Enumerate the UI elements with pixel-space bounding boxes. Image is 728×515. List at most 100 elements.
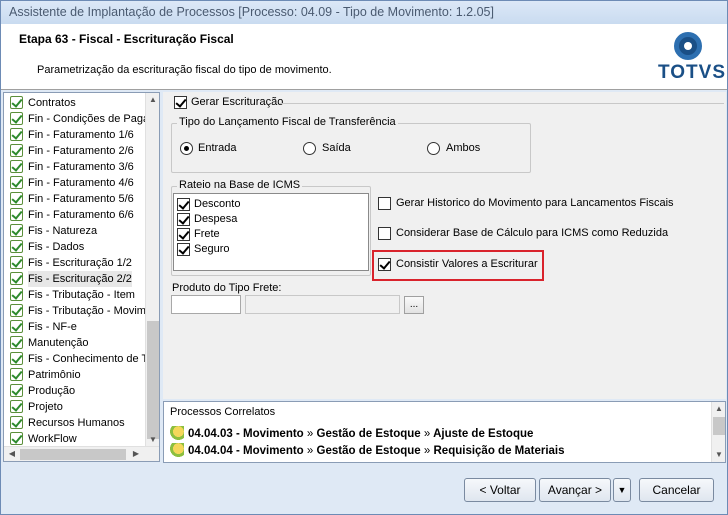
- scroll-up-icon[interactable]: ▲: [146, 93, 159, 107]
- rateio-desconto-checkbox[interactable]: [177, 198, 190, 211]
- tree-scroll-thumb[interactable]: [147, 321, 159, 439]
- tree-item-label: Manutenção: [28, 337, 89, 349]
- tree-item-label: Fis - Dados: [28, 241, 85, 253]
- tree-item[interactable]: Fis - Escrituração 2/2: [8, 271, 158, 287]
- step-title: Etapa 63 - Fiscal - Escrituração Fiscal: [19, 32, 234, 46]
- tree-item-label: Fin - Faturamento 6/6: [28, 209, 134, 221]
- tree-item-label: Fin - Faturamento 4/6: [28, 177, 134, 189]
- tree-item[interactable]: Fis - Tributação - Movimento: [8, 303, 158, 319]
- tree-item[interactable]: Produção: [8, 383, 158, 399]
- tree-item-label: Fin - Condições de Pagamento: [28, 113, 158, 125]
- tree-item-label: Contratos: [28, 97, 76, 109]
- completed-check-icon: [10, 384, 23, 397]
- tree-item[interactable]: Projeto: [8, 399, 158, 415]
- related-header: Processos Correlatos: [170, 406, 276, 418]
- scroll-right-icon[interactable]: ▶: [129, 447, 143, 461]
- steps-tree[interactable]: Contratos Fin - Condições de Pagamento Fin…: [3, 92, 160, 462]
- tree-item-label: Produção: [28, 385, 76, 397]
- considerar-base-checkbox[interactable]: [378, 227, 391, 240]
- process-icon: [170, 443, 184, 457]
- rateio-despesa-checkbox[interactable]: [177, 213, 190, 226]
- tree-item[interactable]: Fin - Faturamento 4/6: [8, 175, 158, 191]
- completed-check-icon: [10, 432, 23, 445]
- back-button[interactable]: < Voltar: [464, 478, 536, 502]
- cancel-button[interactable]: Cancelar: [639, 478, 714, 502]
- tree-item[interactable]: Fin - Faturamento 6/6: [8, 207, 158, 223]
- totvs-logo-icon: [674, 32, 702, 60]
- rateio-seguro-label: Seguro: [194, 243, 230, 255]
- tree-horizontal-scrollbar[interactable]: ◀ ▶: [4, 446, 159, 461]
- tree-item[interactable]: Fin - Faturamento 1/6: [8, 127, 158, 143]
- tree-item[interactable]: Manutenção: [8, 335, 158, 351]
- produto-frete-code-field[interactable]: [171, 295, 241, 314]
- tree-item[interactable]: Fis - Conhecimento de Transporte: [8, 351, 158, 367]
- path-separator: »: [306, 445, 314, 457]
- rateio-frete-checkbox[interactable]: [177, 228, 190, 241]
- radio-saida-label: Saída: [322, 142, 351, 154]
- tree-item[interactable]: Fis - NF-e: [8, 319, 158, 335]
- rateio-despesa-label: Despesa: [194, 213, 238, 225]
- consistir-valores-checkbox[interactable]: [378, 258, 391, 271]
- tree-vertical-scrollbar[interactable]: ▲ ▼: [145, 93, 159, 447]
- next-menu-button[interactable]: ▼: [613, 478, 631, 502]
- tree-item-label: Patrimônio: [28, 369, 81, 381]
- step-description: Parametrização da escrituração fiscal do…: [37, 64, 332, 76]
- tree-item[interactable]: Fin - Faturamento 2/6: [8, 143, 158, 159]
- completed-check-icon: [10, 192, 23, 205]
- completed-check-icon: [10, 416, 23, 429]
- related-code: 04.04.04: [188, 445, 233, 457]
- radio-saida[interactable]: [303, 142, 316, 155]
- related-path2: Gestão de Estoque: [316, 445, 421, 457]
- radio-entrada[interactable]: [180, 142, 193, 155]
- rateio-label: Rateio na Base de ICMS: [177, 179, 303, 191]
- tree-item[interactable]: Fis - Dados: [8, 239, 158, 255]
- scroll-left-icon[interactable]: ◀: [5, 447, 19, 461]
- completed-check-icon: [10, 144, 23, 157]
- rateio-listbox[interactable]: Desconto Despesa Frete Seguro: [173, 193, 369, 271]
- radio-ambos[interactable]: [427, 142, 440, 155]
- produto-frete-lookup-button[interactable]: ...: [404, 296, 424, 314]
- tree-hscroll-thumb[interactable]: [20, 449, 126, 460]
- rateio-seguro-checkbox[interactable]: [177, 243, 190, 256]
- tree-item[interactable]: Recursos Humanos: [8, 415, 158, 431]
- related-scrollbar[interactable]: ▲ ▼: [711, 402, 725, 462]
- completed-check-icon: [10, 208, 23, 221]
- gerar-historico-label: Gerar Historico do Movimento para Lancam…: [396, 197, 674, 209]
- scroll-up-icon[interactable]: ▲: [712, 402, 726, 416]
- tree-item[interactable]: Fis - Natureza: [8, 223, 158, 239]
- completed-check-icon: [10, 128, 23, 141]
- tree-item[interactable]: WorkFlow: [8, 431, 158, 447]
- tree-item[interactable]: Fin - Faturamento 5/6: [8, 191, 158, 207]
- related-row[interactable]: 04.04.03 - Movimento » Gestão de Estoque…: [170, 426, 533, 440]
- scroll-down-icon[interactable]: ▼: [712, 448, 726, 462]
- related-path2: Gestão de Estoque: [316, 428, 421, 440]
- related-processes: Processos Correlatos 04.04.03 - Moviment…: [163, 401, 726, 463]
- path-separator: »: [306, 428, 314, 440]
- rateio-frete-label: Frete: [194, 228, 220, 240]
- related-code: 04.04.03: [188, 428, 233, 440]
- tree-item-label: Fin - Faturamento 3/6: [28, 161, 134, 173]
- tree-item[interactable]: Fin - Faturamento 3/6: [8, 159, 158, 175]
- tree-item-label: Fis - Tributação - Item: [28, 289, 135, 301]
- tree-item-label: Fis - Escrituração 1/2: [28, 257, 132, 269]
- related-row[interactable]: 04.04.04 - Movimento » Gestão de Estoque…: [170, 443, 565, 457]
- tree-item[interactable]: Fin - Condições de Pagamento: [8, 111, 158, 127]
- completed-check-icon: [10, 304, 23, 317]
- radio-ambos-label: Ambos: [446, 142, 481, 154]
- related-path1: Movimento: [243, 428, 304, 440]
- settings-panel: Gerar Escrituração Tipo do Lançamento Fi…: [163, 92, 726, 399]
- window-title: Assistente de Implantação de Processos […: [1, 1, 727, 24]
- scroll-down-icon[interactable]: ▼: [146, 433, 159, 447]
- tree-item[interactable]: Fis - Tributação - Item: [8, 287, 158, 303]
- tree-item-label: Fis - Conhecimento de Transporte: [28, 353, 158, 365]
- next-button[interactable]: Avançar >: [539, 478, 611, 502]
- tree-item[interactable]: Patrimônio: [8, 367, 158, 383]
- completed-check-icon: [10, 240, 23, 253]
- related-scroll-thumb[interactable]: [713, 417, 725, 435]
- completed-check-icon: [10, 160, 23, 173]
- gerar-historico-checkbox[interactable]: [378, 197, 391, 210]
- gerar-escrituracao-checkbox[interactable]: [174, 96, 187, 109]
- tree-item[interactable]: Contratos: [8, 95, 158, 111]
- tree-item[interactable]: Fis - Escrituração 1/2: [8, 255, 158, 271]
- related-path1: Movimento: [243, 445, 304, 457]
